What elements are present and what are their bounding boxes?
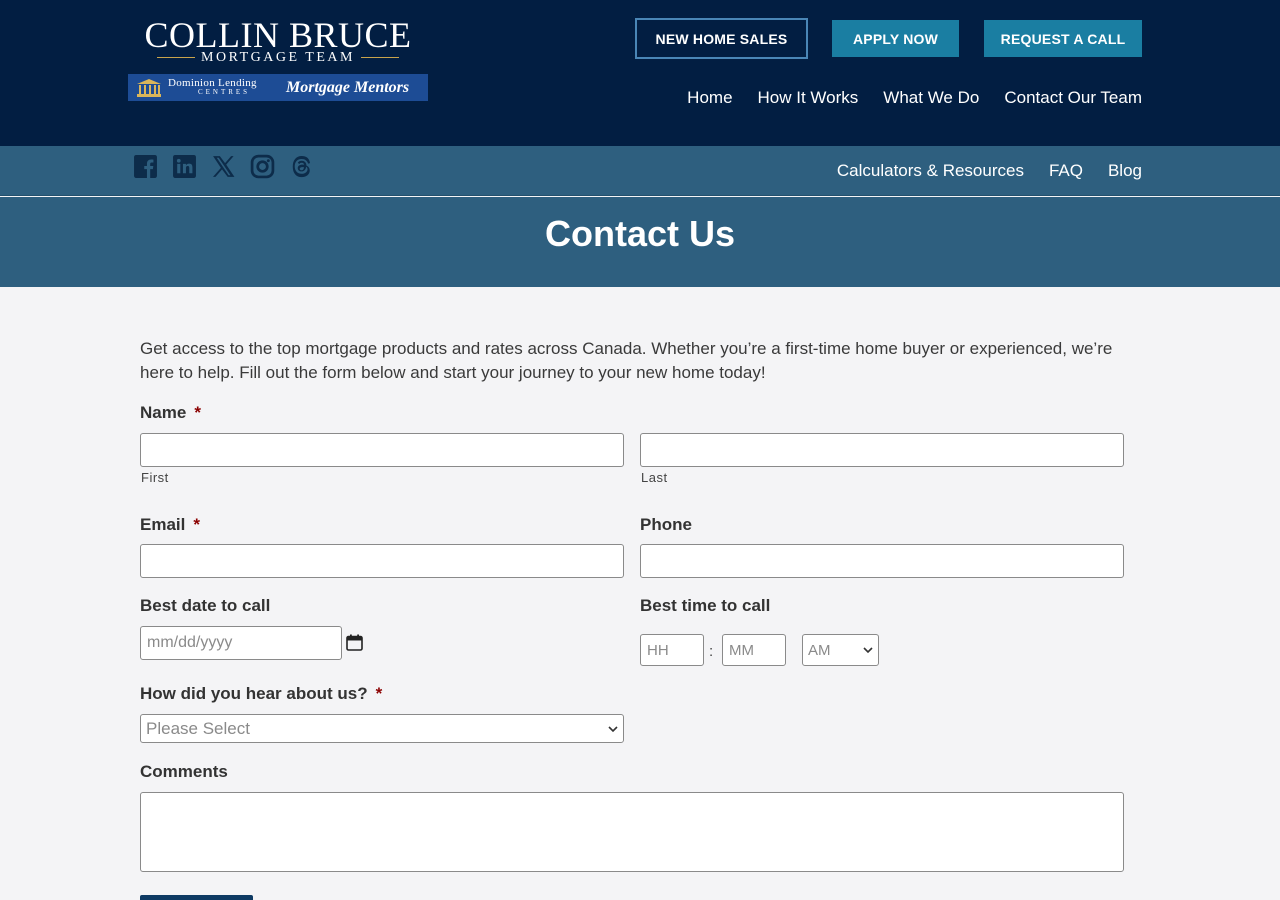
instagram-icon[interactable] — [250, 154, 275, 179]
phone-label: Phone — [640, 515, 692, 534]
nav-how-it-works[interactable]: How It Works — [758, 88, 859, 108]
source-value: Please Select — [146, 718, 250, 738]
source-label: How did you hear about us? * — [140, 684, 382, 704]
comments-label: Comments — [140, 762, 228, 781]
logo-dlc: Dominion Lending CENTRES — [168, 76, 280, 97]
facebook-icon[interactable] — [133, 154, 158, 179]
page-title: Contact Us — [544, 213, 736, 254]
email-label: Email * — [140, 515, 200, 535]
calendar-icon[interactable] — [346, 634, 363, 651]
logo-dlc-line1: Dominion Lending — [168, 76, 257, 89]
social-links — [133, 154, 314, 179]
minute-input[interactable] — [722, 634, 786, 666]
email-label-text: Email — [140, 515, 186, 534]
ampm-select[interactable]: AM — [802, 634, 879, 666]
pillars-icon — [137, 78, 161, 97]
site-logo[interactable]: COLLIN BRUCE MORTGAGE TEAM Dominion Lend… — [128, 16, 428, 102]
logo-name: COLLIN BRUCE — [144, 15, 412, 55]
site-header: COLLIN BRUCE MORTGAGE TEAM Dominion Lend… — [0, 0, 1280, 146]
required-mark: * — [194, 403, 201, 422]
nav-calculators-resources[interactable]: Calculators & Resources — [837, 161, 1024, 181]
chevron-down-icon — [863, 647, 873, 654]
logo-mentors: Mortgage Mentors — [286, 78, 410, 96]
secondary-bar: Calculators & Resources FAQ Blog — [0, 146, 1280, 196]
required-mark: * — [375, 684, 383, 703]
new-home-sales-button[interactable]: NEW HOME SALES — [635, 18, 808, 59]
nav-home[interactable]: Home — [687, 88, 732, 108]
nav-blog[interactable]: Blog — [1108, 161, 1142, 181]
hour-input[interactable] — [640, 634, 704, 666]
comments-textarea[interactable] — [140, 792, 1124, 872]
time-separator: : — [709, 643, 714, 660]
time-label: Best time to call — [640, 596, 771, 615]
submit-button[interactable] — [140, 895, 253, 900]
phone-input[interactable] — [640, 544, 1124, 578]
page-hero: Contact Us — [0, 197, 1280, 287]
date-input[interactable] — [140, 626, 342, 660]
logo-team: MORTGAGE TEAM — [128, 50, 428, 66]
threads-icon[interactable] — [289, 154, 314, 179]
first-sublabel: First — [141, 470, 169, 485]
nav-contact-our-team[interactable]: Contact Our Team — [1004, 88, 1142, 108]
nav-faq[interactable]: FAQ — [1049, 161, 1083, 181]
secondary-nav: Calculators & Resources FAQ Blog — [837, 161, 1142, 181]
nav-what-we-do[interactable]: What We Do — [883, 88, 979, 108]
last-name-input[interactable] — [640, 433, 1124, 467]
ampm-value: AM — [808, 641, 831, 659]
chevron-down-icon — [608, 725, 618, 732]
request-call-button[interactable]: REQUEST A CALL — [984, 20, 1142, 57]
date-label: Best date to call — [140, 596, 271, 615]
x-icon[interactable] — [211, 154, 236, 179]
linkedin-icon[interactable] — [172, 154, 197, 179]
intro-text: Get access to the top mortgage products … — [140, 339, 1113, 382]
last-sublabel: Last — [641, 470, 668, 485]
logo-team-text: MORTGAGE TEAM — [201, 50, 355, 65]
name-label: Name * — [140, 403, 201, 423]
logo-dlc-line2: CENTRES — [197, 87, 251, 96]
apply-now-button[interactable]: APPLY NOW — [832, 20, 959, 57]
logo-partner-bar: Dominion Lending CENTRES Mortgage Mentor… — [128, 74, 428, 101]
source-label-text: How did you hear about us? — [140, 684, 368, 703]
first-name-input[interactable] — [140, 433, 624, 467]
required-mark: * — [193, 515, 200, 534]
email-input[interactable] — [140, 544, 624, 578]
main-nav: Home How It Works What We Do Contact Our… — [687, 88, 1142, 108]
source-select[interactable]: Please Select — [140, 714, 624, 743]
name-label-text: Name — [140, 403, 187, 422]
